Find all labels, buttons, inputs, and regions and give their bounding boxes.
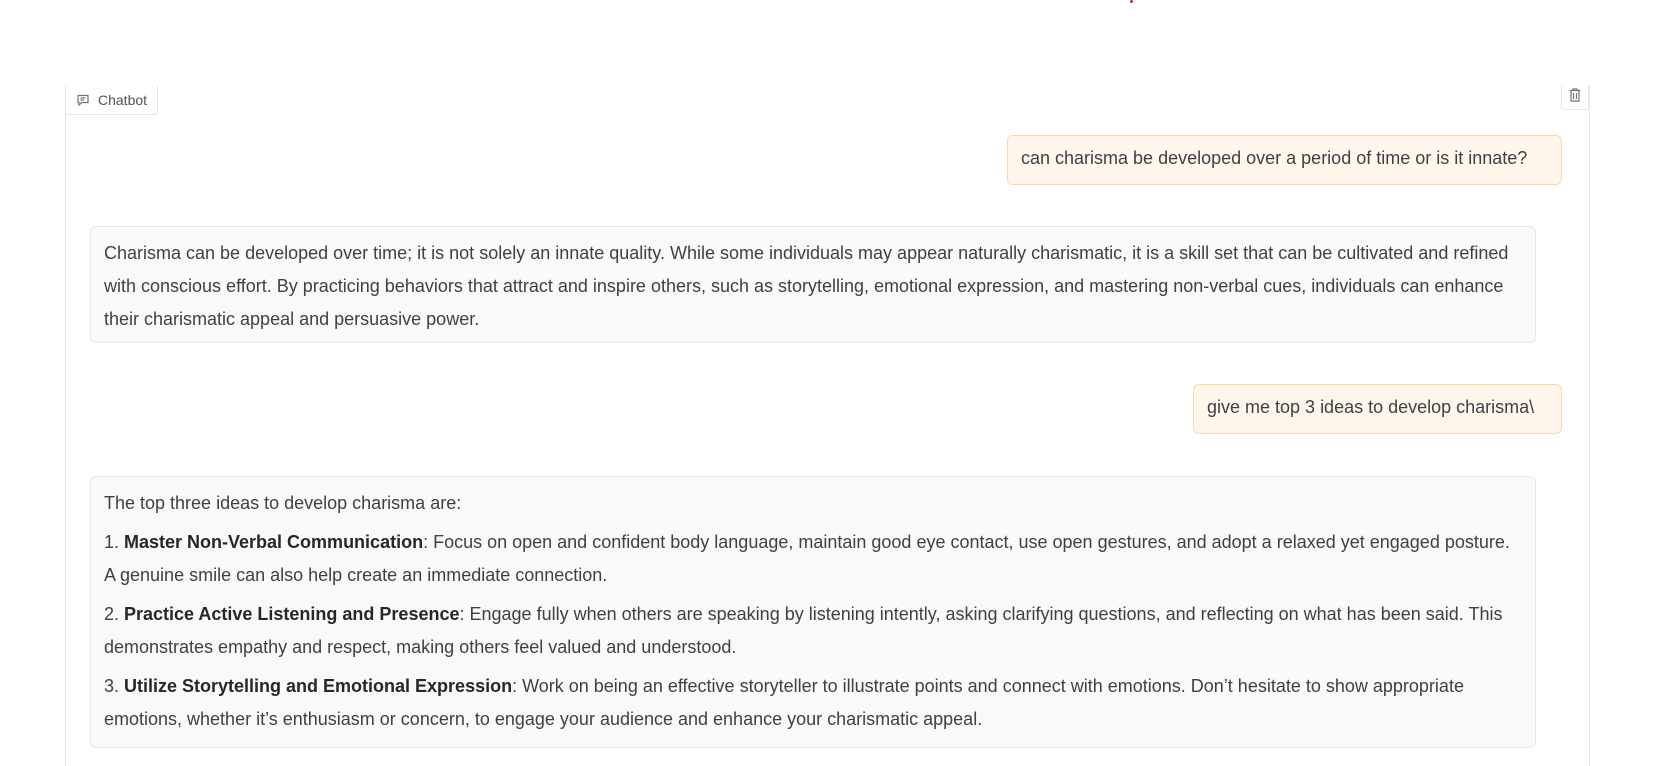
user-message-text: can charisma be developed over a period … [1021, 148, 1528, 168]
item-title: Utilize Storytelling and Emotional Expre… [124, 676, 513, 696]
chatbot-label: Chatbot [66, 86, 159, 115]
item-number: 2. [104, 604, 125, 624]
bot-message-text: Charisma can be developed over time; it … [104, 243, 1509, 329]
list-item: 2. Practice Active Listening and Presenc… [104, 598, 1522, 664]
trash-icon [1568, 87, 1582, 108]
user-message: can charisma be developed over a period … [1007, 135, 1562, 185]
chat-icon [76, 93, 90, 107]
bot-message: Charisma can be developed over time; it … [90, 226, 1536, 343]
item-number: 3. [104, 676, 125, 696]
list-item: 3. Utilize Storytelling and Emotional Ex… [104, 670, 1522, 736]
bot-message-intro: The top three ideas to develop charisma … [104, 493, 462, 513]
item-title: Master Non-Verbal Communication [124, 532, 424, 552]
user-message: give me top 3 ideas to develop charisma\ [1193, 384, 1562, 434]
list-item: 1. Master Non-Verbal Communication: Focu… [104, 526, 1522, 592]
chatbot-title: Chatbot [98, 92, 148, 108]
clear-chat-button[interactable] [1561, 86, 1589, 110]
bot-message: The top three ideas to develop charisma … [90, 476, 1536, 748]
item-title: Practice Active Listening and Presence [124, 604, 460, 624]
item-number: 1. [104, 532, 125, 552]
indicator-dot [1130, 0, 1133, 3]
user-message-text: give me top 3 ideas to develop charisma\ [1207, 397, 1535, 417]
